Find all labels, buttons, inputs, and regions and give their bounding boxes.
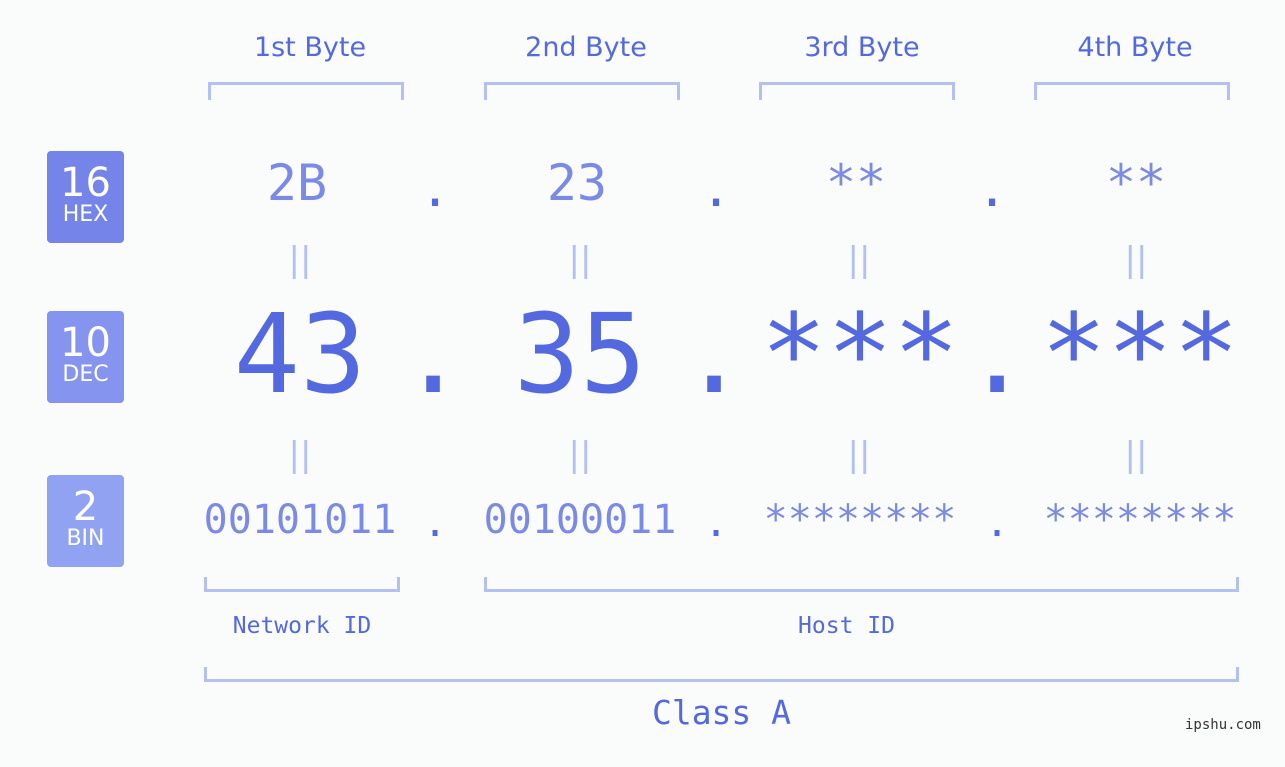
hex-separator: . bbox=[977, 160, 1008, 218]
host-id-label: Host ID bbox=[798, 613, 895, 639]
equals-sign: || bbox=[1124, 435, 1148, 475]
byte-bracket-1 bbox=[208, 82, 404, 100]
equals-sign: || bbox=[847, 435, 871, 475]
byte-header-2: 2nd Byte bbox=[525, 32, 647, 63]
bin-badge-base: 2 bbox=[72, 484, 99, 530]
byte-header-3: 3rd Byte bbox=[804, 32, 920, 63]
bin-value-2: 00100011 bbox=[483, 497, 677, 543]
dec-separator: . bbox=[400, 290, 467, 418]
dec-badge-unit: DEC bbox=[62, 362, 109, 387]
dec-value-2: 35 bbox=[513, 290, 647, 418]
equals-sign: || bbox=[288, 240, 312, 280]
hex-badge: 16 HEX bbox=[47, 151, 124, 243]
hex-value-4: ** bbox=[1105, 154, 1167, 212]
bin-value-3: ******** bbox=[763, 497, 957, 543]
hex-value-2: 23 bbox=[546, 154, 608, 212]
equals-sign: || bbox=[288, 435, 312, 475]
dec-value-3: *** bbox=[760, 290, 960, 418]
equals-sign: || bbox=[568, 435, 592, 475]
dec-separator: . bbox=[964, 290, 1031, 418]
byte-bracket-3 bbox=[759, 82, 955, 100]
byte-bracket-2 bbox=[484, 82, 680, 100]
bin-badge-unit: BIN bbox=[66, 526, 105, 551]
bin-value-4: ******** bbox=[1043, 497, 1237, 543]
network-id-label: Network ID bbox=[232, 613, 372, 639]
equals-sign: || bbox=[1124, 240, 1148, 280]
hex-value-3: ** bbox=[825, 154, 887, 212]
hex-separator: . bbox=[701, 160, 732, 218]
equals-sign: || bbox=[568, 240, 592, 280]
dec-badge-base: 10 bbox=[60, 320, 111, 366]
byte-header-1: 1st Byte bbox=[253, 32, 367, 63]
hex-separator: . bbox=[420, 160, 451, 218]
class-label: Class A bbox=[651, 693, 792, 732]
hex-badge-base: 16 bbox=[60, 160, 111, 206]
byte-bracket-4 bbox=[1034, 82, 1230, 100]
host-id-bracket bbox=[484, 577, 1239, 592]
hex-value-1: 2B bbox=[266, 154, 328, 212]
equals-sign: || bbox=[847, 240, 871, 280]
byte-header-4: 4th Byte bbox=[1077, 32, 1193, 63]
bin-separator: . bbox=[704, 500, 729, 546]
network-id-bracket bbox=[204, 577, 400, 592]
bin-value-1: 00101011 bbox=[203, 497, 397, 543]
dec-badge: 10 DEC bbox=[47, 311, 124, 403]
dec-value-4: *** bbox=[1040, 290, 1240, 418]
dec-value-1: 43 bbox=[233, 290, 367, 418]
bin-badge: 2 BIN bbox=[47, 475, 124, 567]
dec-separator: . bbox=[681, 290, 748, 418]
watermark: ipshu.com bbox=[1185, 717, 1261, 733]
bin-separator: . bbox=[423, 500, 448, 546]
bin-separator: . bbox=[985, 500, 1010, 546]
hex-badge-unit: HEX bbox=[62, 202, 109, 227]
class-bracket bbox=[204, 667, 1239, 682]
